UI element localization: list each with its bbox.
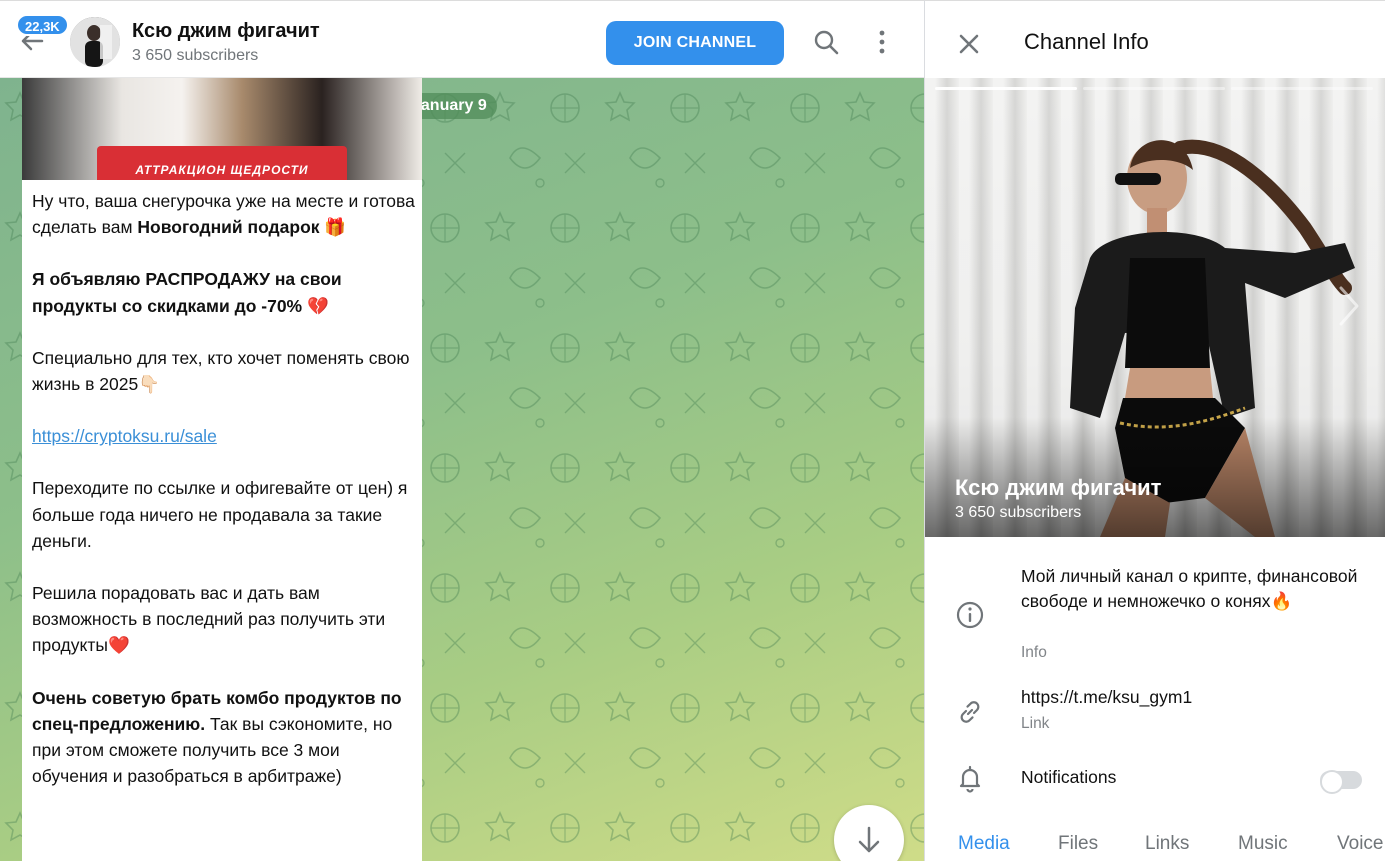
more-vertical-icon	[879, 30, 885, 54]
cover-subscriber-count: 3 650 subscribers	[955, 504, 1082, 521]
join-channel-button[interactable]: JOIN CHANNEL	[606, 21, 784, 65]
channel-avatar[interactable]	[70, 17, 120, 67]
cover-channel-title: Ксю джим фигачит	[955, 475, 1162, 500]
photo-progress-bars	[935, 87, 1375, 90]
pointing-down-emoji: 👇🏻	[138, 374, 161, 395]
next-photo-button[interactable]	[1333, 284, 1363, 328]
photo-progress-bar	[935, 87, 1077, 90]
channel-title[interactable]: Ксю джим фигачит	[132, 20, 320, 43]
notifications-row[interactable]: Notifications	[925, 763, 1385, 799]
post-paragraph-4: Переходите по ссылке и офигевайте от цен…	[32, 478, 408, 551]
fire-emoji: 🔥	[1270, 591, 1293, 611]
post-image[interactable]: АТТРАКЦИОН ЩЕДРОСТИ	[22, 78, 422, 180]
bell-icon	[959, 765, 981, 793]
photo-progress-bar	[1083, 87, 1225, 90]
heart-emoji: ❤️	[107, 635, 130, 656]
avatar-photo	[70, 17, 120, 67]
info-icon	[956, 601, 984, 629]
link-row[interactable]: https://t.me/ksu_gym1 Link	[925, 685, 1385, 745]
tab-links[interactable]: Links	[1145, 833, 1189, 855]
tab-voice[interactable]: Voice	[1337, 833, 1383, 855]
description-text: Мой личный канал о крипте, финансовой св…	[1021, 566, 1358, 611]
post-text-span: Специально для тех, кто хочет поменять с…	[32, 347, 410, 395]
channel-info-panel: Channel Info Ксю джим фигачит 3 650 subs…	[924, 0, 1385, 861]
post-text-bold: Я объявляю РАСПРОДАЖУ на свои продукты с…	[32, 269, 342, 316]
more-options-button[interactable]	[867, 27, 897, 57]
channel-cover-photo[interactable]: Ксю джим фигачит 3 650 subscribers	[925, 78, 1385, 537]
tab-media[interactable]: Media	[958, 833, 1010, 855]
post-image-banner-text: АТТРАКЦИОН ЩЕДРОСТИ	[135, 163, 309, 177]
link-label: Link	[1021, 715, 1050, 732]
arrow-down-icon	[858, 826, 880, 853]
post-paragraph-5: Решила порадовать вас и дать вам возможн…	[32, 580, 416, 659]
channel-post: АТТРАКЦИОН ЩЕДРОСТИ Ну что, ваша снегуро…	[22, 78, 422, 861]
notifications-label: Notifications	[1021, 767, 1117, 787]
panel-title: Channel Info	[1024, 29, 1149, 54]
post-text-span: Решила порадовать вас и дать вам возможн…	[32, 583, 386, 656]
tab-music[interactable]: Music	[1238, 833, 1288, 855]
chat-header: 22,3K Ксю джим фигачит 3 650 subscribers…	[0, 0, 924, 78]
tab-files[interactable]: Files	[1058, 833, 1098, 855]
close-info-button[interactable]	[955, 30, 983, 58]
gift-emoji: 🎁	[324, 217, 347, 238]
photo-progress-bar	[1231, 87, 1373, 90]
post-paragraph-3: Специально для тех, кто хочет поменять с…	[32, 345, 416, 397]
description-row[interactable]: Мой личный канал о крипте, финансовой св…	[925, 564, 1385, 674]
unread-count-badge: 22,3K	[16, 14, 69, 36]
chat-background: January 9 АТТРАКЦИОН ЩЕДРОСТИ Ну что, ва…	[0, 78, 924, 861]
description-label: Info	[1021, 644, 1047, 661]
channel-description: Мой личный канал о крипте, финансовой св…	[1021, 564, 1371, 614]
notifications-toggle[interactable]	[1320, 770, 1362, 794]
chevron-right-icon	[1339, 286, 1359, 326]
link-icon	[960, 701, 980, 723]
post-text-bold: Новогодний подарок	[137, 217, 320, 238]
close-icon	[959, 34, 979, 54]
post-paragraph-1: Ну что, ваша снегурочка уже на месте и г…	[32, 188, 416, 240]
shared-media-tabs: Media Files Links Music Voice	[925, 826, 1385, 861]
post-paragraph-link: https://cryptoksu.ru/sale	[32, 423, 416, 449]
post-image-banner: АТТРАКЦИОН ЩЕДРОСТИ	[97, 146, 347, 180]
broken-heart-emoji: 💔	[307, 295, 329, 316]
post-paragraph-2: Я объявляю РАСПРОДАЖУ на свои продукты с…	[32, 266, 416, 318]
channel-link[interactable]: https://t.me/ksu_gym1	[1021, 685, 1371, 710]
search-icon	[814, 30, 839, 55]
post-text: Ну что, ваша снегурочка уже на месте и г…	[32, 188, 416, 815]
post-paragraph-6: Очень советую брать комбо продуктов по с…	[32, 685, 416, 790]
search-button[interactable]	[811, 27, 841, 57]
sale-link[interactable]: https://cryptoksu.ru/sale	[32, 426, 217, 446]
subscriber-count: 3 650 subscribers	[132, 47, 259, 64]
